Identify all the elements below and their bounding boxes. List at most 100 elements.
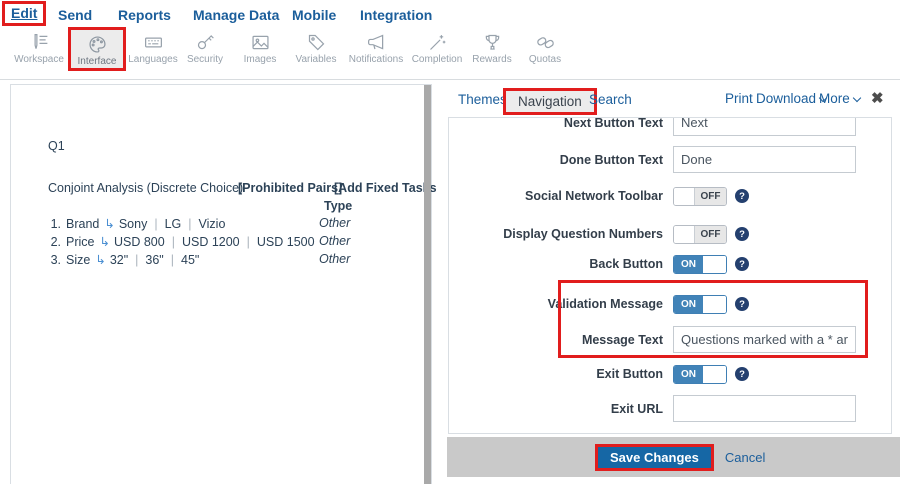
form-row-exit-url: Exit URL: [449, 395, 891, 422]
toolbar-item-quotas[interactable]: Quotas: [518, 32, 572, 65]
security-icon: [195, 32, 216, 53]
nav-edit-label: Edit: [11, 5, 37, 21]
interface-icon: [87, 34, 108, 55]
question-title[interactable]: Conjoint Analysis (Discrete Choice): [48, 181, 243, 195]
toolbar-item-rewards[interactable]: Rewards: [468, 32, 516, 65]
nav-item-edit[interactable]: Edit: [2, 1, 46, 26]
toggle-knob: [674, 188, 695, 205]
field-label: Back Button: [449, 257, 663, 271]
attribute-value[interactable]: Vizio: [199, 217, 226, 231]
row-type: Other: [319, 234, 350, 248]
display-question-numbers-toggle[interactable]: OFF: [673, 225, 727, 244]
attribute-value[interactable]: 36": [145, 253, 163, 267]
row-number: 3.: [48, 253, 61, 267]
print-link[interactable]: Print: [725, 91, 753, 106]
attribute-row: 3. Size ↳ 32" | 36" | 45" Other: [48, 252, 430, 267]
back-button-toggle[interactable]: ON: [673, 255, 727, 274]
separator: |: [154, 217, 157, 231]
nav-item-mobile[interactable]: Mobile: [292, 7, 336, 23]
nav-item-integration[interactable]: Integration: [360, 7, 432, 23]
attribute-name[interactable]: Size: [66, 253, 90, 267]
tab-search[interactable]: Search: [589, 92, 632, 107]
nav-item-send[interactable]: Send: [58, 7, 92, 23]
close-icon[interactable]: ✖: [871, 89, 884, 107]
images-icon: [250, 32, 271, 53]
workspace-icon: [29, 32, 50, 53]
attribute-value[interactable]: LG: [165, 217, 182, 231]
attribute-value[interactable]: 32": [110, 253, 128, 267]
survey-preview-panel: Q1 Conjoint Analysis (Discrete Choice) […: [10, 84, 432, 484]
attribute-value[interactable]: USD 800: [114, 235, 165, 249]
toolbar-label: Variables: [288, 54, 344, 65]
field-label: Validation Message: [449, 297, 663, 311]
toolbar-item-interface[interactable]: Interface: [68, 27, 126, 71]
social-network-toolbar-toggle[interactable]: OFF: [673, 187, 727, 206]
attribute-value[interactable]: USD 1200: [182, 235, 240, 249]
toolbar-item-security[interactable]: Security: [180, 32, 230, 65]
help-icon[interactable]: ?: [735, 297, 749, 311]
separator: |: [188, 217, 191, 231]
next-button-text-input[interactable]: [673, 117, 856, 136]
toolbar-item-notifications[interactable]: Notifications: [344, 32, 408, 65]
tab-navigation[interactable]: Navigation: [506, 91, 594, 112]
toolbar-item-variables[interactable]: Variables: [288, 32, 344, 65]
preview-scrollbar[interactable]: [424, 85, 431, 484]
done-button-text-input[interactable]: [673, 146, 856, 173]
question-code[interactable]: Q1: [48, 139, 65, 153]
nav-item-reports[interactable]: Reports: [118, 7, 171, 23]
form-row-done-button-text: Done Button Text: [449, 146, 891, 173]
prohibited-pairs-link[interactable]: [Prohibited Pairs]: [238, 181, 342, 195]
toolbar-label: Security: [180, 54, 230, 65]
toolbar-label: Interface: [71, 56, 123, 67]
toggle-state-label: OFF: [695, 226, 726, 243]
toggle-state-label: ON: [674, 366, 703, 383]
exit-url-input[interactable]: [673, 395, 856, 422]
toolbar-item-languages[interactable]: Languages: [128, 32, 178, 65]
branch-arrow-icon: ↳: [99, 234, 109, 249]
toolbar-item-images[interactable]: Images: [236, 32, 284, 65]
row-number: 1.: [48, 217, 61, 231]
variables-icon: [306, 32, 327, 53]
more-link[interactable]: More: [819, 91, 860, 106]
add-fixed-tasks-link[interactable]: [Add Fixed Tasks: [334, 181, 437, 195]
help-icon[interactable]: ?: [735, 189, 749, 203]
languages-icon: [143, 32, 164, 53]
separator: |: [247, 235, 250, 249]
cancel-link[interactable]: Cancel: [725, 450, 765, 465]
help-icon[interactable]: ?: [735, 257, 749, 271]
separator: |: [171, 253, 174, 267]
field-label: Display Question Numbers: [449, 227, 663, 241]
chevron-down-icon: [853, 94, 861, 102]
save-changes-button[interactable]: Save Changes: [598, 447, 711, 468]
form-row-back-button: Back Button ON ?: [449, 254, 891, 274]
attribute-name[interactable]: Brand: [66, 217, 99, 231]
toggle-knob: [703, 256, 726, 273]
toolbar-item-workspace[interactable]: Workspace: [8, 32, 70, 65]
toolbar-label: Rewards: [468, 54, 516, 65]
toolbar-label: Notifications: [344, 54, 408, 65]
toggle-state-label: ON: [674, 256, 703, 273]
row-type: Other: [319, 216, 350, 230]
toggle-knob: [703, 366, 726, 383]
field-label: Message Text: [449, 333, 663, 347]
toggle-knob: [703, 296, 726, 313]
toolbar-label: Quotas: [518, 54, 572, 65]
attribute-value[interactable]: Sony: [119, 217, 148, 231]
form-row-validation-message: Validation Message ON ?: [449, 294, 891, 314]
attribute-value[interactable]: USD 1500: [257, 235, 315, 249]
download-link[interactable]: Download: [756, 91, 826, 106]
help-icon[interactable]: ?: [735, 367, 749, 381]
validation-message-toggle[interactable]: ON: [673, 295, 727, 314]
tab-themes[interactable]: Themes: [458, 92, 507, 107]
toggle-knob: [674, 226, 695, 243]
message-text-input[interactable]: [673, 326, 856, 353]
toolbar-item-completion[interactable]: Completion: [408, 32, 466, 65]
attribute-value[interactable]: 45": [181, 253, 199, 267]
attribute-name[interactable]: Price: [66, 235, 94, 249]
branch-arrow-icon: ↳: [95, 252, 105, 267]
nav-item-manage-data[interactable]: Manage Data: [193, 7, 279, 23]
help-icon[interactable]: ?: [735, 227, 749, 241]
quotas-icon: [535, 32, 556, 53]
exit-button-toggle[interactable]: ON: [673, 365, 727, 384]
rewards-icon: [482, 32, 503, 53]
